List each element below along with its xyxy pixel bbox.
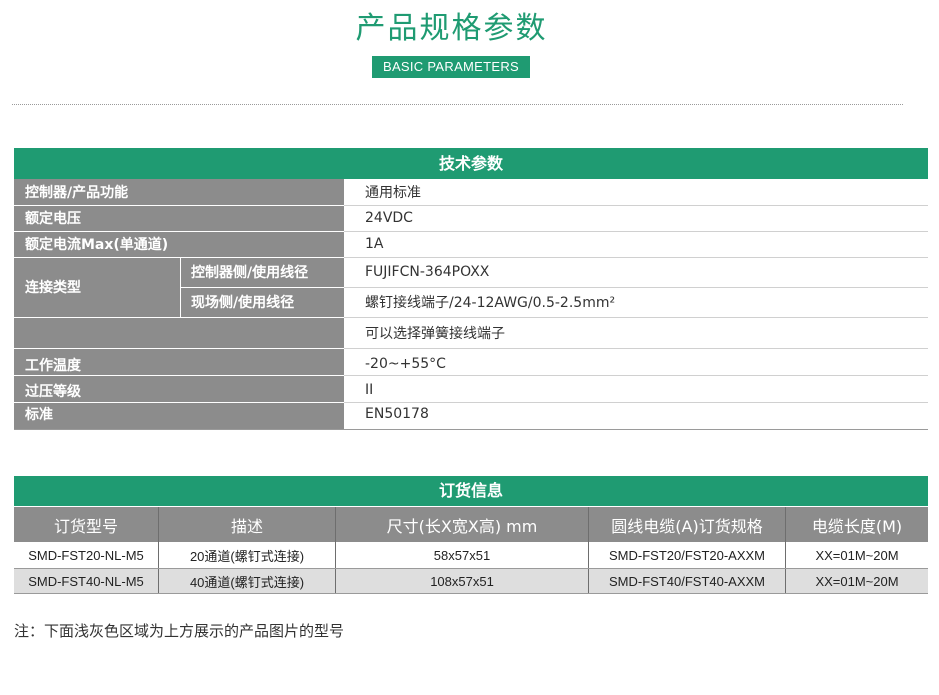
table-cell: 20通道(螺钉式连接) [159,543,335,568]
connection-type-label: 连接类型 [14,257,180,317]
row-separator [344,317,928,318]
param-value: 通用标准 [344,179,928,205]
row-separator [344,375,928,376]
param-label: 额定电压 [14,205,344,231]
column-header: 圆线电缆(A)订货规格 [589,507,785,542]
divider [12,104,903,105]
footnote: 注：下面浅灰色区域为上方展示的产品图片的型号 [14,622,345,640]
row-separator [14,257,344,258]
column-header: 描述 [159,507,335,542]
column-header: 电缆长度(M) [786,507,928,542]
column-header: 尺寸(长X宽X高) mm [336,507,588,542]
field-side-label: 现场侧/使用线径 [180,287,344,317]
param-value: EN50178 [344,402,928,429]
param-value: -20~+55°C [344,348,928,375]
row-separator [14,402,344,403]
blank-label [14,317,344,348]
table-cell: 108x57x51 [336,569,588,594]
controller-side-label: 控制器侧/使用线径 [180,257,344,287]
col-separator [588,507,589,594]
order-info-heading: 订货信息 [14,476,928,506]
tech-params-heading: 技术参数 [14,148,928,179]
column-header: 订货型号 [14,507,158,542]
param-value: II [344,375,928,402]
row-separator [344,348,928,349]
controller-side-value: FUJIFCN-364POXX [344,257,928,287]
row-separator [14,317,344,318]
tech-params-table: 技术参数 控制器/产品功能 通用标准 额定电压 24VDC 额定电流Max(单通… [14,148,928,430]
row-separator [344,402,928,403]
order-info-table: 订货信息 订货型号 描述 尺寸(长X宽X高) mm 圆线电缆(A)订货规格 电缆… [14,476,928,594]
table-cell: SMD-FST20-NL-M5 [14,543,158,568]
table-cell: XX=01M~20M [786,543,928,568]
col-separator [335,507,336,594]
param-label: 过压等级 [14,375,344,402]
row-separator [344,257,928,258]
page-subtitle: BASIC PARAMETERS [372,56,530,78]
table-cell: SMD-FST20/FST20-AXXM [589,543,785,568]
row-separator [344,231,928,232]
param-label: 工作温度 [14,348,344,375]
row-separator [14,348,344,349]
param-label: 额定电流Max(单通道) [14,231,344,257]
table-bottom-border [14,429,928,430]
param-label: 控制器/产品功能 [14,179,344,205]
col-separator [785,507,786,594]
row-separator [344,205,928,206]
table-cell: 40通道(螺钉式连接) [159,569,335,594]
row-separator [180,287,344,288]
row-separator [344,287,928,288]
row-separator [14,231,344,232]
table-cell: 58x57x51 [336,543,588,568]
row-separator [14,375,344,376]
row-separator [14,568,928,569]
row-separator [14,205,344,206]
col-separator [180,257,181,317]
table-cell: XX=01M~20M [786,569,928,594]
param-value: 24VDC [344,205,928,231]
field-side-value: 螺钉接线端子/24-12AWG/0.5-2.5mm² [344,287,928,317]
table-cell: SMD-FST40-NL-M5 [14,569,158,594]
table-cell: SMD-FST40/FST40-AXXM [589,569,785,594]
row-separator [14,593,928,594]
spring-terminal-note: 可以选择弹簧接线端子 [344,317,928,348]
param-label: 标准 [14,402,344,429]
page-title: 产品规格参数 [355,11,548,46]
col-separator [158,507,159,594]
param-value: 1A [344,231,928,257]
